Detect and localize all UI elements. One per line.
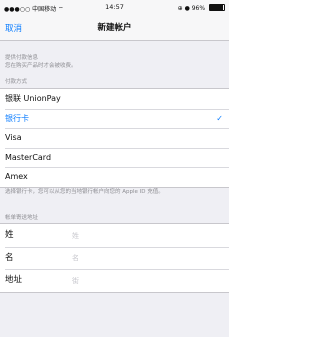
payment-info-description: 您在购买产品时才会被收费。 [5, 63, 77, 69]
location-alarm-icons: ⊕ ● [177, 5, 190, 12]
first-name-field[interactable] [72, 252, 212, 264]
payment-method-footer: 选择银行卡，您可以从您的当地银行帐户向您的 Apple ID 充值。 [5, 189, 164, 195]
last-name-label: 姓 [5, 230, 14, 240]
payment-option-visa[interactable]: Visa [0, 128, 229, 148]
last-name-row: 姓 [0, 224, 229, 247]
payment-option-label: 银行卡 [5, 113, 29, 123]
status-bar: ●●●○○ 中国移动 ⌔ 14:57 ⊕ ● 96% [0, 0, 229, 15]
billing-address-form: 姓 名 地址 [0, 223, 229, 293]
payment-option-label: 银联 UnionPay [5, 94, 61, 103]
battery-icon [209, 4, 225, 11]
page-title: 新建帐户 [97, 23, 132, 33]
billing-address-header: 帐单寄送地址 [5, 215, 39, 221]
payment-option-label: MasterCard [5, 152, 52, 162]
first-name-label: 名 [5, 252, 14, 263]
payment-info-note: 提供付款信息 您在购买产品时才会被收费。 [5, 54, 77, 70]
payment-option-unionpay[interactable]: 银联 UnionPay [0, 89, 229, 109]
payment-method-header: 付款方式 [5, 79, 28, 85]
first-name-row: 名 [0, 246, 229, 270]
address-row: 地址 [0, 269, 229, 292]
last-name-field[interactable] [72, 230, 212, 241]
status-right-group: ⊕ ● 96% [178, 4, 225, 12]
address-label: 地址 [5, 275, 23, 285]
phone-screen: ●●●○○ 中国移动 ⌔ 14:57 ⊕ ● 96% 取消 新建帐户 提供付款信… [0, 0, 229, 337]
payment-option-mastercard[interactable]: MasterCard [0, 147, 229, 168]
battery-fill [210, 5, 224, 10]
navigation-bar: 取消 新建帐户 [0, 15, 229, 41]
payment-option-amex[interactable]: Amex [0, 167, 229, 187]
street-field[interactable] [72, 275, 212, 286]
checkmark-icon: ✓ [216, 113, 223, 123]
payment-method-list: 银联 UnionPay 银行卡 ✓ Visa MasterCard Amex [0, 88, 229, 188]
payment-option-label: Amex [5, 172, 28, 182]
payment-option-label: Visa [5, 133, 22, 143]
payment-info-title: 提供付款信息 [5, 55, 39, 61]
battery-percent: 96% [191, 5, 206, 12]
payment-option-bank-card[interactable]: 银行卡 ✓ [0, 108, 229, 129]
